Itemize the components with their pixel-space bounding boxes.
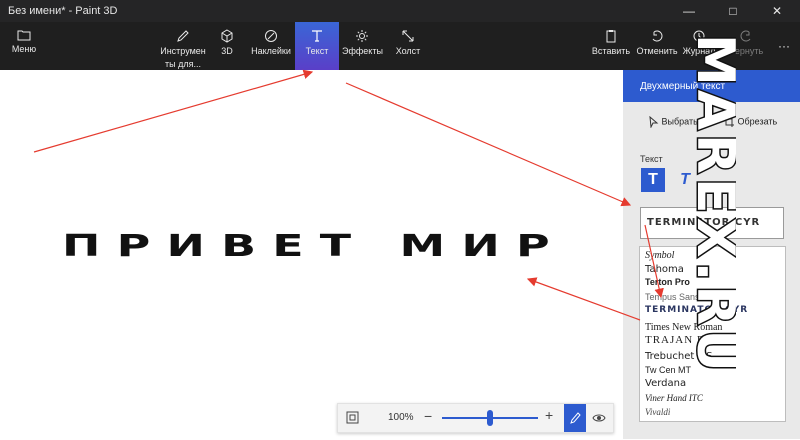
- arrow-to-font-box: [345, 82, 632, 207]
- arrow-to-font-option: [644, 224, 664, 299]
- arrow-to-canvas-text: [526, 277, 641, 321]
- annotation-arrows: [33, 69, 664, 321]
- arrow-to-text-tool: [33, 69, 314, 153]
